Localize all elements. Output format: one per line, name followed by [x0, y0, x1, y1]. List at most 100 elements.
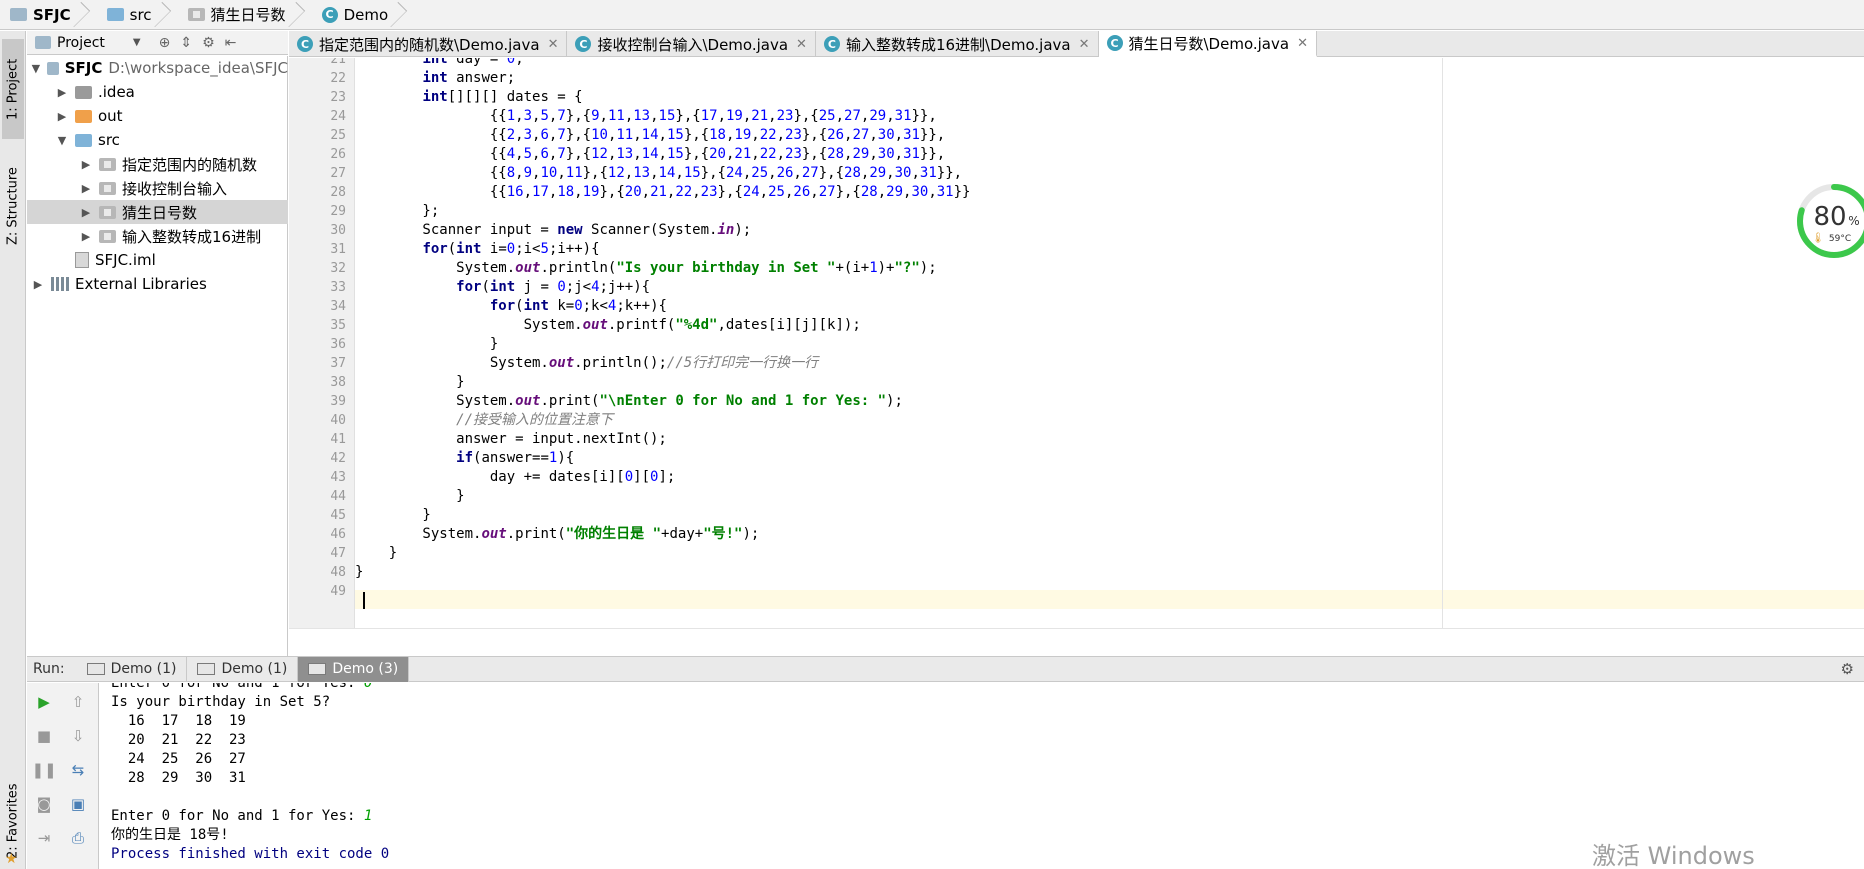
run-panel-header: Run: Demo (1) Demo (1) Demo (3) ⚙: [27, 656, 1864, 682]
editor-tab[interactable]: C 接收控制台输入\Demo.java ✕: [567, 31, 816, 57]
code-token: 23: [700, 184, 718, 200]
code-token: .println();: [574, 355, 667, 371]
tree-item[interactable]: ▶ 指定范围内的随机数: [27, 152, 288, 176]
breadcrumb-item-package[interactable]: 猜生日号数: [168, 0, 302, 30]
camera-icon[interactable]: ◙: [33, 793, 55, 815]
java-class-icon: C: [1106, 35, 1123, 51]
editor-tab[interactable]: C 猜生日号数\Demo.java ✕: [1098, 31, 1317, 57]
code-token: ,: [717, 108, 726, 124]
close-icon[interactable]: ✕: [1297, 36, 1308, 51]
code-token: new: [557, 222, 583, 238]
target-icon[interactable]: ⊕: [159, 35, 171, 51]
soft-wrap-icon[interactable]: ⇆: [67, 759, 89, 781]
folder-icon: [75, 109, 92, 123]
tree-item[interactable]: ▶ 输入整数转成16进制: [27, 224, 288, 248]
activation-watermark: 激活 Windows: [1592, 842, 1755, 869]
stop-icon[interactable]: ■: [33, 725, 55, 747]
tree-item[interactable]: SFJC.iml: [27, 248, 288, 272]
chevron-down-icon[interactable]: ▼: [31, 62, 41, 75]
chevron-right-icon[interactable]: ▶: [79, 206, 93, 219]
gear-icon[interactable]: ⚙: [202, 35, 215, 51]
code-token: 25: [818, 108, 836, 124]
breadcrumb-item-class[interactable]: C Demo: [302, 0, 405, 30]
folder-icon: [75, 133, 92, 147]
chevron-right-icon[interactable]: ▶: [31, 278, 45, 291]
chevron-down-icon[interactable]: ▼: [133, 37, 141, 48]
tree-item[interactable]: ▶ External Libraries: [27, 272, 288, 296]
star-icon: ★: [5, 851, 18, 867]
code-token: "?": [894, 260, 920, 276]
code-token: ,: [658, 127, 667, 143]
tool-tab-structure[interactable]: Z: Structure: [2, 151, 24, 261]
run-tab[interactable]: Demo (1): [187, 656, 299, 682]
editor-tab[interactable]: C 输入整数转成16进制\Demo.java ✕: [816, 31, 1099, 57]
project-view-selector[interactable]: Project: [57, 35, 105, 51]
tree-root[interactable]: ▼ SFJC D:\workspace_idea\SFJC: [27, 56, 288, 80]
code-area[interactable]: int day = 0; int answer; int[][][] dates…: [355, 58, 1864, 628]
tree-item[interactable]: ▶ out: [27, 104, 288, 128]
code-token: };: [355, 203, 440, 219]
collapse-icon[interactable]: ⇕: [180, 35, 192, 51]
run-tab[interactable]: Demo (3): [298, 656, 410, 682]
chevron-right-icon[interactable]: ▶: [55, 110, 69, 123]
editor-tab[interactable]: C 指定范围内的随机数\Demo.java ✕: [289, 31, 568, 57]
code-token: 3: [523, 108, 533, 124]
code-token: 29: [852, 146, 870, 162]
arrow-up-icon[interactable]: ⇧: [67, 691, 89, 713]
chevron-right-icon[interactable]: ▶: [79, 158, 93, 171]
chevron-down-icon[interactable]: ▼: [55, 134, 69, 147]
ide-window: SFJC src 猜生日号数 C Demo 1: Project Z: Stru…: [0, 0, 1864, 869]
chevron-right-icon[interactable]: ▶: [55, 86, 69, 99]
run-icon[interactable]: ▶: [33, 691, 55, 713]
console-token: 20 21 22 23: [111, 732, 246, 748]
code-token: ,: [557, 165, 566, 181]
code-token: }},: [936, 165, 963, 181]
hide-icon[interactable]: ⇤: [225, 35, 237, 51]
close-icon[interactable]: ✕: [796, 37, 807, 52]
code-line: System.out.println();//5行打印完一行换一行: [355, 354, 818, 373]
arrow-down-icon[interactable]: ⇩: [67, 725, 89, 747]
code-token: int: [422, 70, 448, 86]
code-line: }: [355, 335, 498, 354]
code-token: 5: [540, 241, 549, 257]
tree-root-path: D:\workspace_idea\SFJC: [108, 59, 288, 77]
code-token: k=: [548, 298, 575, 314]
project-view-icon: [35, 36, 51, 49]
code-token: 12: [591, 146, 608, 162]
breadcrumb-item-project[interactable]: SFJC: [0, 0, 87, 30]
run-tab[interactable]: Demo (1): [77, 656, 188, 682]
close-icon[interactable]: ✕: [548, 37, 559, 52]
tree-item[interactable]: ▶ .idea: [27, 80, 288, 104]
console-token: Is your birthday in Set 5?: [111, 694, 331, 710]
code-token: for: [456, 279, 482, 295]
code-token: 21: [650, 184, 667, 200]
code-token: 30: [911, 184, 929, 200]
breadcrumb-item-src[interactable]: src: [87, 0, 168, 30]
print-icon[interactable]: ⎙: [67, 827, 89, 849]
code-token: ,: [658, 146, 667, 162]
close-icon[interactable]: ✕: [1079, 37, 1090, 52]
line-number: 24: [330, 109, 346, 124]
folder-icon: [75, 85, 92, 99]
console-token: 16 17 18 19: [111, 713, 246, 729]
chevron-right-icon[interactable]: ▶: [79, 182, 93, 195]
chevron-right-icon[interactable]: ▶: [79, 230, 93, 243]
console-line: Enter 0 for No and 1 for Yes: 0: [111, 683, 372, 693]
code-token: (: [481, 279, 490, 295]
code-token: 13: [633, 165, 651, 181]
tree-item[interactable]: ▼ src: [27, 128, 288, 152]
exit-icon[interactable]: ⇥: [33, 827, 55, 849]
code-editor[interactable]: 21 22 23 24 25 26 27 28 29 30 31 32 33 34 35 36 37 38 39 40…: [289, 58, 1864, 628]
scroll-to-end-icon[interactable]: ▣: [67, 793, 89, 815]
code-token: 5: [540, 108, 549, 124]
tree-item[interactable]: ▶ 猜生日号数: [27, 200, 288, 224]
code-line: }: [355, 506, 430, 525]
pause-icon[interactable]: ❚❚: [31, 759, 56, 781]
code-token: 17: [532, 184, 549, 200]
tree-item[interactable]: ▶ 接收控制台输入: [27, 176, 288, 200]
code-token: 11: [616, 127, 634, 143]
tool-tab-project[interactable]: 1: Project: [2, 39, 24, 139]
gear-icon[interactable]: ⚙: [1841, 660, 1854, 678]
code-token: );: [919, 260, 937, 276]
